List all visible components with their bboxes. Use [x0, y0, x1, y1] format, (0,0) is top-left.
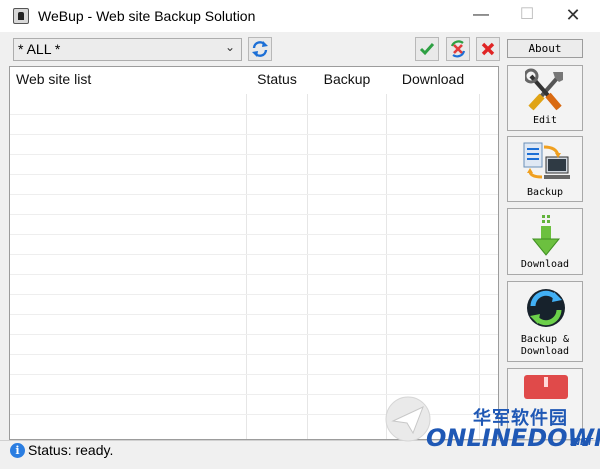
tools-icon	[525, 68, 563, 111]
watermark: 华军软件园 ONLINEDOWN .NET	[424, 400, 600, 469]
title-bar: WeBup - Web site Backup Solution — ☐ ✕	[0, 0, 600, 32]
recycle-x-icon	[450, 40, 466, 58]
refresh-button[interactable]	[248, 37, 272, 61]
select-all-button[interactable]	[415, 37, 439, 61]
maximize-button[interactable]: ☐	[504, 0, 550, 32]
about-button[interactable]: About	[507, 39, 583, 58]
column-header-download[interactable]: Download	[387, 67, 479, 94]
watermark-net-text: .NET	[570, 437, 593, 448]
row-divider	[10, 334, 498, 335]
website-list[interactable]: Web site list Status Backup Download	[9, 66, 499, 440]
row-divider	[10, 174, 498, 175]
row-divider	[10, 214, 498, 215]
backup-icon	[523, 142, 570, 179]
column-header-backup[interactable]: Backup	[308, 67, 386, 94]
download-arrow-icon	[531, 215, 561, 256]
minimize-button[interactable]: —	[458, 0, 504, 32]
chevron-down-icon: ⌄	[224, 40, 235, 54]
toggle-selection-button[interactable]	[446, 37, 470, 61]
row-divider	[10, 274, 498, 275]
delete-icon-mark	[544, 377, 548, 387]
row-divider	[10, 234, 498, 235]
row-divider	[10, 134, 498, 135]
refresh-icon	[252, 41, 268, 57]
backup-download-label-2: Download	[520, 346, 570, 357]
deselect-all-button[interactable]	[476, 37, 500, 61]
row-divider	[10, 374, 498, 375]
list-header: Web site list Status Backup Download	[10, 67, 498, 94]
column-header-status[interactable]: Status	[247, 67, 307, 94]
red-x-icon	[481, 42, 495, 56]
row-divider	[10, 314, 498, 315]
backup-and-download-button[interactable]: Backup & Download	[507, 281, 583, 362]
row-divider	[10, 354, 498, 355]
download-label: Download	[520, 259, 570, 270]
edit-label: Edit	[532, 115, 558, 126]
app-icon	[13, 8, 29, 24]
row-divider	[10, 194, 498, 195]
sync-icon	[527, 289, 565, 327]
edit-button[interactable]: Edit	[507, 65, 583, 131]
site-filter-value: * ALL *	[18, 41, 61, 57]
backup-download-label-1: Backup &	[520, 334, 570, 345]
row-divider	[10, 294, 498, 295]
window-title: WeBup - Web site Backup Solution	[38, 8, 256, 24]
row-divider	[10, 114, 498, 115]
row-divider	[10, 154, 498, 155]
row-divider	[10, 254, 498, 255]
backup-button[interactable]: Backup	[507, 136, 583, 202]
site-filter-dropdown[interactable]: * ALL * ⌄	[13, 38, 242, 61]
backup-label: Backup	[526, 187, 564, 198]
info-icon: i	[10, 443, 25, 458]
check-icon	[419, 43, 435, 56]
status-text: Status: ready.	[28, 442, 114, 458]
download-button[interactable]: Download	[507, 208, 583, 275]
close-button[interactable]: ✕	[550, 0, 596, 32]
column-header-site[interactable]: Web site list	[16, 67, 246, 94]
